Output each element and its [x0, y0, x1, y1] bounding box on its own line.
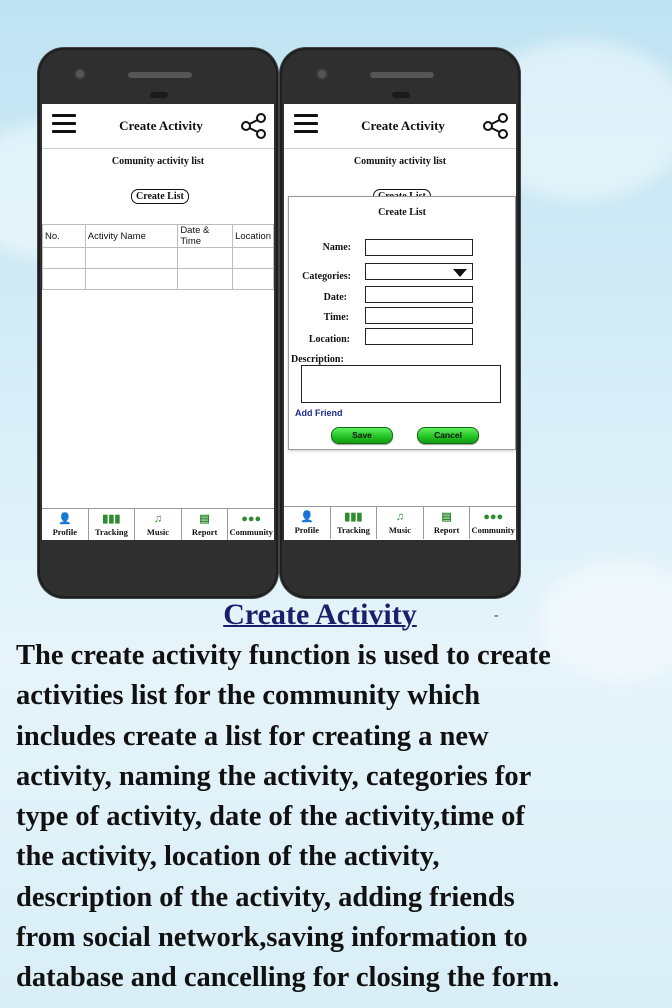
location-field[interactable] — [365, 328, 473, 345]
nav-item-music[interactable]: ♫ Music — [135, 509, 182, 540]
description-label: Description: — [291, 354, 344, 365]
report-icon: ▤ — [441, 511, 452, 523]
add-friend-link[interactable]: Add Friend — [295, 408, 343, 418]
nav-item-profile[interactable]: 👤 Profile — [284, 507, 331, 539]
time-label: Time: — [323, 312, 349, 323]
nav-label: Report — [191, 527, 218, 537]
report-icon: ▤ — [199, 513, 210, 525]
music-note-icon: ♫ — [153, 513, 163, 525]
bottom-nav: 👤 Profile ▮▮▮ Tracking ♫ Music ▤ Report ●●● C… — [42, 508, 274, 540]
nav-item-tracking[interactable]: ▮▮▮ Tracking — [89, 509, 136, 540]
name-field[interactable] — [365, 239, 473, 256]
group-icon: ●●● — [241, 513, 262, 525]
nav-label: Community — [229, 527, 273, 537]
camera-icon — [318, 70, 326, 78]
bar-chart-icon: ▮▮▮ — [344, 511, 363, 523]
date-label: Date: — [323, 292, 347, 303]
caption-heading: Create Activity — [0, 598, 640, 632]
save-button[interactable]: Save — [331, 427, 393, 444]
column-header: Date & Time — [177, 224, 234, 248]
left-phone-mockup: Create Activity Comunity activity list C… — [38, 48, 278, 598]
music-note-icon: ♫ — [395, 511, 405, 523]
table-cell — [232, 268, 274, 290]
nav-label: Tracking — [336, 525, 370, 535]
nav-label: Tracking — [94, 527, 128, 537]
app-title: Create Activity — [119, 118, 203, 133]
nav-label: Profile — [52, 527, 77, 537]
speaker-grille — [128, 72, 192, 78]
nav-item-tracking[interactable]: ▮▮▮ Tracking — [331, 507, 378, 539]
app-bar: Create Activity — [284, 104, 516, 149]
create-list-button[interactable]: Create List — [131, 189, 189, 204]
nav-item-community[interactable]: ●●● Community — [228, 509, 274, 540]
create-list-dialog: Create List Name: Categories: Date: Time… — [288, 196, 516, 450]
name-label: Name: — [322, 242, 351, 253]
description-textarea[interactable] — [301, 365, 501, 403]
activity-table: No. Activity Name Date & Time Location — [42, 224, 274, 290]
table-row[interactable] — [42, 268, 274, 290]
app-bar: Create Activity — [42, 104, 274, 149]
column-header: No. — [42, 224, 86, 248]
nav-label: Profile — [294, 525, 319, 535]
stray-dash: - — [494, 608, 499, 623]
table-cell — [42, 247, 86, 269]
speaker-grille — [370, 72, 434, 78]
location-label: Location: — [308, 334, 350, 345]
camera-icon — [76, 70, 84, 78]
dialog-title: Create List — [378, 207, 426, 218]
categories-label: Categories: — [302, 271, 351, 282]
left-phone-screen: Create Activity Comunity activity list C… — [42, 104, 274, 540]
table-row[interactable] — [42, 247, 274, 269]
date-field[interactable] — [365, 286, 473, 303]
list-subtitle: Comunity activity list — [111, 156, 205, 167]
column-header: Activity Name — [84, 224, 179, 248]
caption-body: The create activity function is used to … — [16, 640, 560, 994]
nav-label: Report — [433, 525, 460, 535]
nav-item-report[interactable]: ▤ Report — [424, 507, 471, 539]
share-icon[interactable] — [240, 112, 268, 140]
nav-item-music[interactable]: ♫ Music — [377, 507, 424, 539]
categories-dropdown[interactable] — [365, 263, 473, 280]
column-header: Location — [232, 224, 274, 248]
caption-heading-text: Create Activity — [223, 598, 417, 631]
nav-item-report[interactable]: ▤ Report — [182, 509, 229, 540]
table-cell — [42, 268, 86, 290]
table-cell — [84, 268, 179, 290]
person-icon: 👤 — [57, 513, 72, 525]
hamburger-menu-icon[interactable] — [294, 114, 318, 134]
time-field[interactable] — [365, 307, 473, 324]
nav-item-community[interactable]: ●●● Community — [470, 507, 516, 539]
nav-label: Music — [388, 525, 412, 535]
bottom-nav: 👤 Profile ▮▮▮ Tracking ♫ Music ▤ Report ●●● C… — [284, 506, 516, 539]
sensor — [392, 92, 410, 98]
table-cell — [177, 247, 234, 269]
sensor — [150, 92, 168, 98]
person-icon: 👤 — [299, 511, 314, 523]
nav-label: Community — [471, 525, 515, 535]
right-phone-mockup: Create Activity Comunity activity list C… — [280, 48, 520, 598]
group-icon: ●●● — [483, 511, 504, 523]
table-cell — [232, 247, 274, 269]
right-phone-screen: Create Activity Comunity activity list C… — [284, 104, 516, 540]
table-cell — [84, 247, 179, 269]
nav-label: Music — [146, 527, 170, 537]
table-cell — [177, 268, 234, 290]
app-title: Create Activity — [361, 118, 445, 133]
hamburger-menu-icon[interactable] — [52, 114, 76, 134]
share-icon[interactable] — [482, 112, 510, 140]
list-subtitle: Comunity activity list — [353, 156, 447, 167]
table-header-row: No. Activity Name Date & Time Location — [42, 224, 274, 248]
nav-item-profile[interactable]: 👤 Profile — [42, 509, 89, 540]
cancel-button[interactable]: Cancel — [417, 427, 479, 444]
bar-chart-icon: ▮▮▮ — [102, 513, 121, 525]
